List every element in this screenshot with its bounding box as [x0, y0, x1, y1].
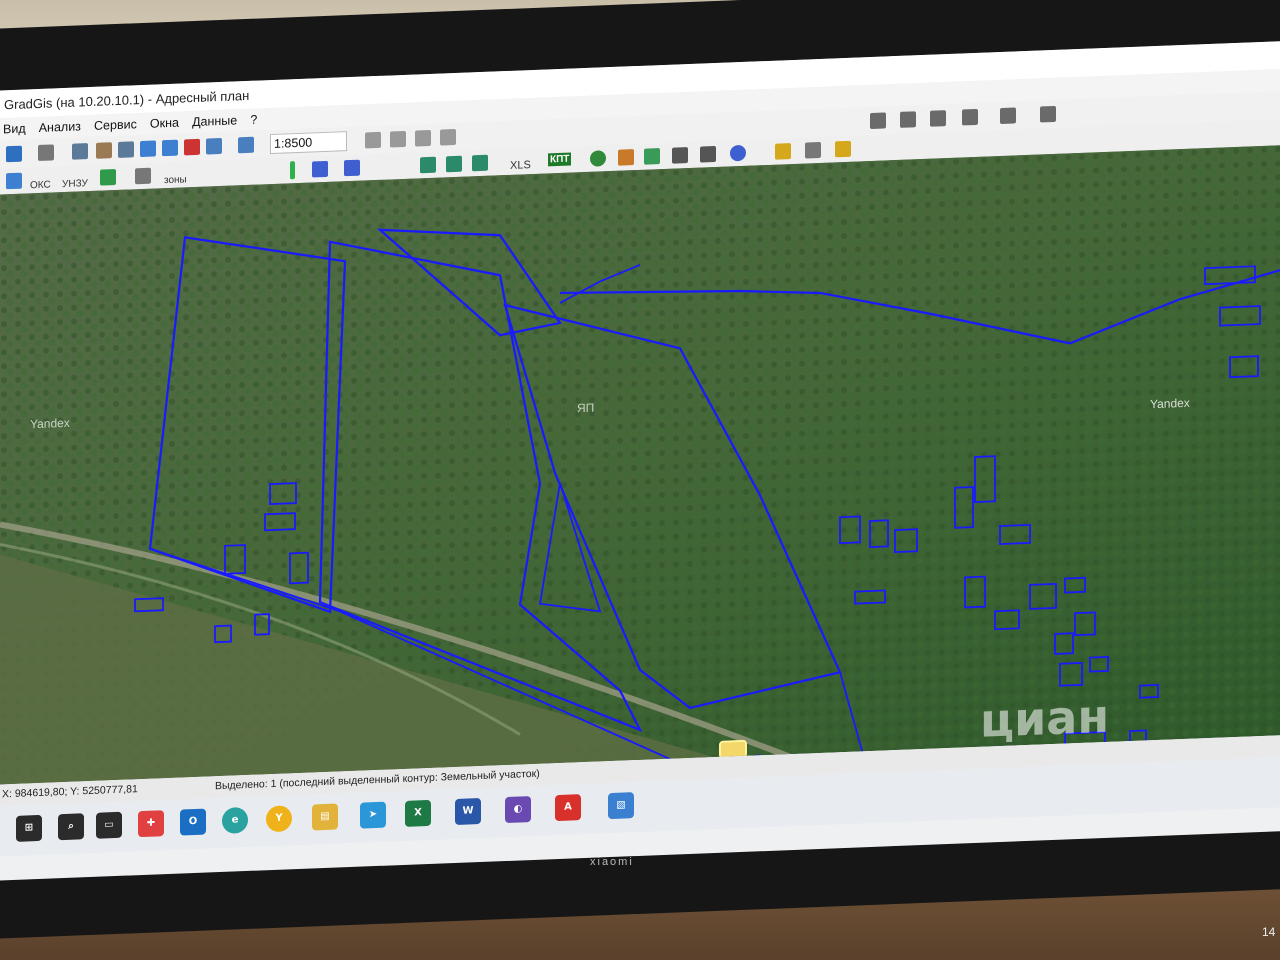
menu-windows[interactable]: Окна	[147, 111, 184, 131]
zones-layer-label[interactable]: зоны	[164, 174, 187, 186]
edge-icon[interactable]: e	[222, 806, 248, 834]
telegram-icon[interactable]: ➤	[360, 801, 386, 829]
menu-service[interactable]: Сервис	[91, 113, 142, 133]
print-icon[interactable]	[38, 144, 54, 162]
menu-view[interactable]: Вид	[0, 117, 31, 136]
pan-hand-icon[interactable]	[96, 142, 112, 159]
monitor-brand: xiaomi	[590, 856, 634, 868]
find-icon[interactable]	[135, 167, 151, 185]
menu-data[interactable]: Данные	[189, 109, 242, 129]
screen: GradGis (на 10.20.10.1) - Адресный план …	[0, 40, 1280, 881]
monitor: GradGis (на 10.20.10.1) - Адресный план …	[0, 0, 1280, 940]
map-canvas[interactable]: Yandex Yandex ЯП циан	[0, 144, 1280, 785]
map-center-label: ЯП	[577, 401, 594, 416]
table-icon[interactable]	[440, 128, 456, 146]
erase-icon[interactable]	[1000, 107, 1016, 125]
cian-watermark: циан	[980, 689, 1109, 748]
scale-input[interactable]: 1:8500	[270, 131, 347, 155]
export-icon[interactable]	[446, 155, 462, 173]
zoom-in-icon[interactable]	[140, 140, 156, 158]
file-explorer-icon[interactable]: ▤	[312, 803, 338, 831]
split-icon[interactable]	[962, 108, 978, 126]
crop-icon[interactable]	[118, 141, 134, 158]
window-title: GradGis (на 10.20.10.1) - Адресный план	[4, 87, 250, 113]
menu-analysis[interactable]: Анализ	[36, 115, 86, 135]
kpt-button[interactable]: КПТ	[548, 152, 572, 167]
menu-help[interactable]: ?	[247, 108, 262, 127]
acrobat-icon[interactable]: A	[555, 794, 581, 822]
clock-fragment: 14	[1262, 925, 1276, 939]
new-layer-icon[interactable]	[365, 131, 381, 149]
select-tool-icon[interactable]	[72, 143, 88, 160]
zoom-previous-icon[interactable]	[206, 137, 222, 155]
yandex-watermark-right: Yandex	[1150, 396, 1190, 412]
query-icon[interactable]	[312, 160, 328, 178]
excel-icon[interactable]: X	[405, 799, 431, 827]
route-icon[interactable]	[672, 147, 688, 164]
map-pin-icon[interactable]	[644, 148, 660, 165]
zoom-tool-icon[interactable]	[6, 145, 22, 163]
import-icon[interactable]	[420, 156, 436, 174]
windows-start-icon[interactable]: ⊞	[16, 814, 42, 842]
fill-icon[interactable]	[1040, 105, 1056, 123]
sync-icon[interactable]	[472, 154, 488, 172]
yandex-watermark-left: Yandex	[30, 416, 70, 432]
edit-icon[interactable]	[775, 143, 791, 160]
ungroup-icon[interactable]	[900, 111, 916, 128]
group-icon[interactable]	[870, 112, 886, 130]
house-icon[interactable]	[618, 149, 634, 166]
formula-icon[interactable]	[415, 129, 431, 147]
search-map-icon[interactable]	[6, 172, 22, 190]
oks-layer-label[interactable]: ОКС	[30, 180, 51, 192]
cursor-coordinates: X: 984619,80; Y: 5250777,81	[2, 783, 138, 801]
xls-export-button[interactable]: XLS	[510, 159, 531, 172]
outlook-icon[interactable]: O	[180, 808, 206, 836]
map-view[interactable]: Yandex Yandex ЯП циан	[0, 144, 1280, 785]
merge-icon[interactable]	[930, 110, 946, 127]
yandex-browser-icon[interactable]: Y	[266, 805, 292, 833]
pin-app-icon[interactable]: ✚	[138, 810, 164, 838]
zu-layer-label[interactable]: УНЗУ	[62, 178, 88, 190]
separator-green-icon	[290, 161, 295, 180]
measure-icon[interactable]	[805, 141, 821, 159]
copy-layer-icon[interactable]	[390, 130, 406, 148]
height-icon[interactable]	[700, 145, 716, 163]
layers-icon[interactable]	[238, 136, 254, 154]
task-view-icon[interactable]: ▭	[96, 811, 122, 839]
zoom-extent-icon[interactable]	[184, 138, 200, 156]
zoom-out-icon[interactable]	[162, 139, 178, 157]
word-icon[interactable]: W	[455, 797, 481, 825]
help-icon[interactable]	[730, 144, 746, 162]
search-icon[interactable]: ⌕	[58, 813, 84, 841]
globe-icon[interactable]	[590, 150, 606, 167]
photos-icon[interactable]: ▧	[608, 792, 634, 820]
snap-icon[interactable]	[100, 169, 116, 186]
delete-vertex-icon[interactable]	[835, 140, 851, 158]
vpn-icon[interactable]: ◐	[505, 796, 531, 824]
info-query-icon[interactable]	[344, 159, 360, 177]
